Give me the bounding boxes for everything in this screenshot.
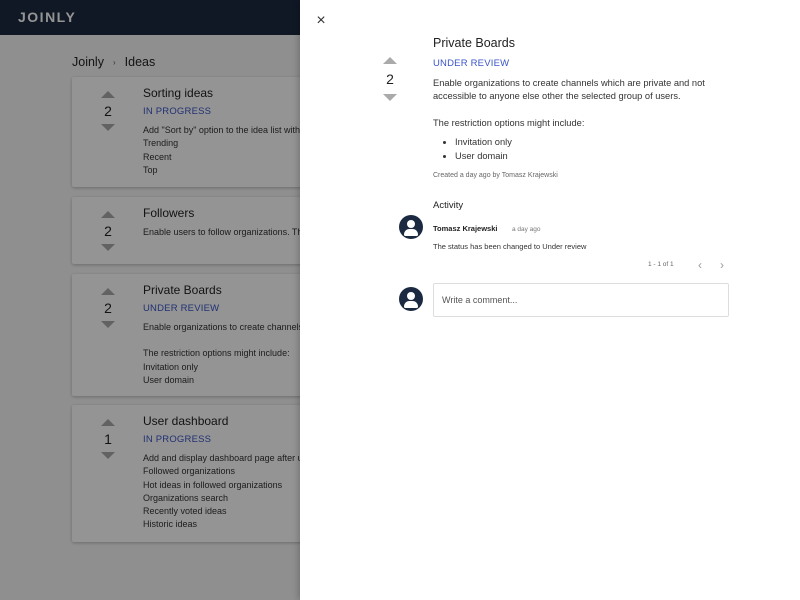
- idea-title: Private Boards: [433, 36, 515, 50]
- list-item: Invitation only: [455, 136, 733, 149]
- upvote-icon[interactable]: [383, 57, 397, 64]
- close-icon[interactable]: ×: [314, 13, 328, 29]
- list-item: User domain: [455, 150, 733, 163]
- activity-item: Tomasz Krajewski a day ago The status ha…: [433, 218, 733, 251]
- vote-count: 2: [386, 71, 394, 87]
- idea-detail: Private Boards UNDER REVIEW Enable organ…: [433, 36, 733, 211]
- avatar: [399, 215, 423, 239]
- idea-meta: Created a day ago by Tomasz Krajewski: [433, 172, 558, 180]
- chevron-right-icon[interactable]: ›: [720, 258, 724, 272]
- comment-input[interactable]: [433, 283, 729, 317]
- activity-author[interactable]: Tomasz Krajewski: [433, 224, 497, 233]
- status-badge[interactable]: UNDER REVIEW: [433, 58, 733, 69]
- chevron-left-icon[interactable]: ‹: [698, 258, 702, 272]
- idea-detail-drawer: × 2 Private Boards UNDER REVIEW Enable o…: [300, 0, 800, 600]
- idea-description: Enable organizations to create channels …: [433, 78, 705, 102]
- downvote-icon[interactable]: [383, 94, 397, 101]
- vote-control: 2: [382, 57, 398, 101]
- idea-description-options-intro: The restriction options might include:: [433, 117, 585, 128]
- activity-heading: Activity: [433, 200, 464, 212]
- activity-time: a day ago: [511, 226, 541, 233]
- pagination-label: 1 - 1 of 1: [648, 261, 674, 268]
- avatar: [399, 287, 423, 311]
- options-list: Invitation only User domain: [455, 136, 733, 163]
- activity-message: The status has been changed to Under rev…: [433, 242, 587, 251]
